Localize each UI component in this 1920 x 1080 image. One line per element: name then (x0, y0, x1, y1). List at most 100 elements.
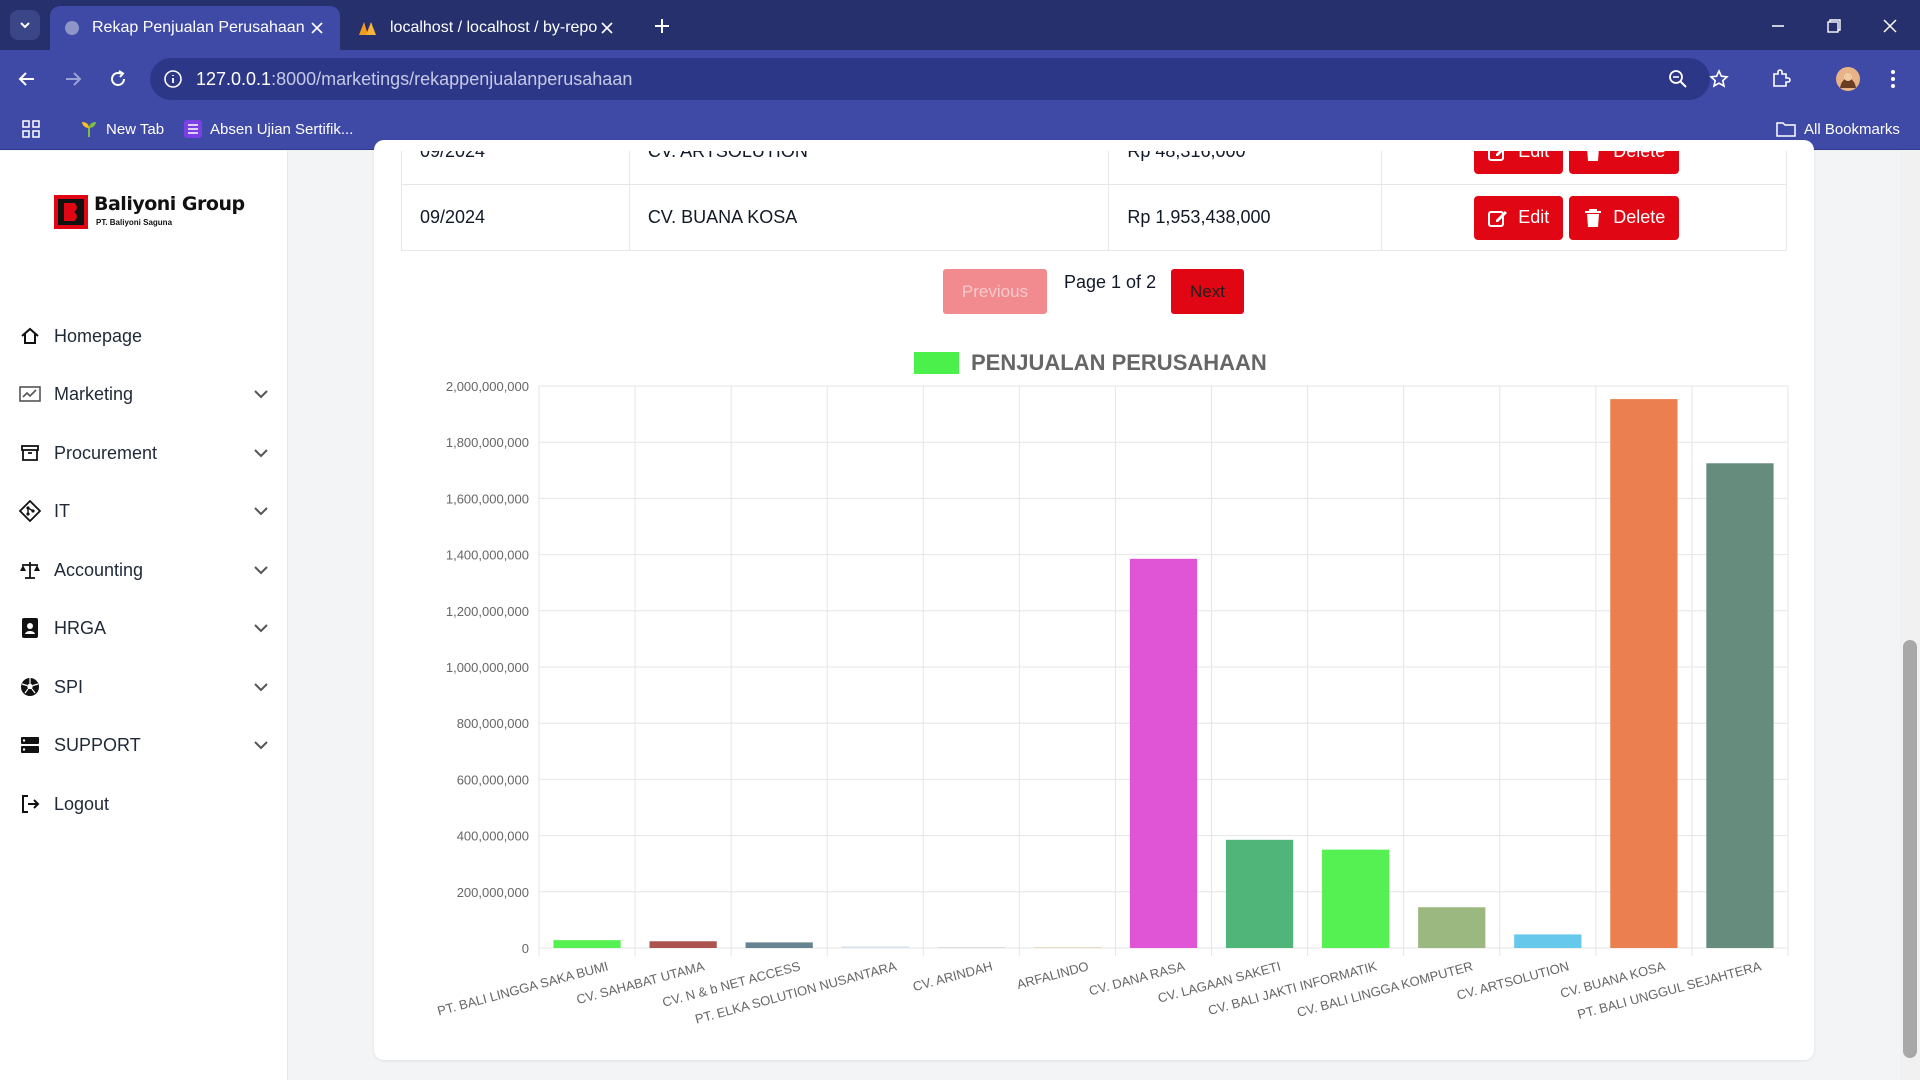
edit-button[interactable]: Edit (1474, 151, 1564, 174)
y-tick-label: 1,600,000,000 (446, 491, 529, 506)
next-button[interactable]: Next (1171, 269, 1244, 314)
sidebar-item-it[interactable]: IT (0, 489, 288, 533)
bar (553, 940, 621, 948)
profile-avatar[interactable] (1833, 64, 1863, 94)
sidebar-item-label: Procurement (54, 442, 158, 463)
chevron-down-icon (250, 676, 272, 698)
tab-phpmyadmin[interactable]: localhost / localhost / by-report (344, 6, 630, 50)
all-bookmarks-button[interactable]: All Bookmarks (1776, 117, 1900, 141)
plant-icon (82, 122, 96, 137)
forward-button[interactable] (58, 64, 88, 94)
back-button[interactable] (12, 64, 42, 94)
avatar-icon (1836, 67, 1860, 91)
close-icon[interactable] (598, 19, 616, 37)
puzzle-icon (1773, 69, 1791, 87)
chart-icon (19, 383, 41, 405)
close-window-button[interactable] (1876, 12, 1904, 40)
sales-bar-chart: PENJUALAN PERUSAHAAN 2,000,000,000 1,800,0… (436, 350, 1789, 1027)
bookmark-absen-ujian[interactable]: Absen Ujian Sertifik... (184, 117, 353, 141)
bar (1033, 947, 1102, 948)
archive-icon (19, 442, 41, 464)
y-tick-label: 400,000,000 (457, 829, 529, 844)
browser-tab-bar: Rekap Penjualan Perusahaan localhost / l… (0, 0, 1920, 50)
site-info-icon[interactable] (158, 64, 188, 94)
logout-icon (19, 793, 41, 815)
sidebar-item-marketing[interactable]: Marketing (0, 372, 288, 416)
bar (649, 941, 717, 948)
period-cell: 09/2024 (401, 151, 630, 185)
scrollbar-thumb[interactable] (1903, 640, 1917, 1058)
more-vertical-icon (1891, 70, 1895, 88)
x-tick-label: PT. BALI LINGGA SAKA BUMI (436, 958, 610, 1018)
scale-icon (19, 559, 41, 581)
sales-table: 09/2024 CV. ARTSOLUTION Rp 48,316,000 Ed… (401, 151, 1787, 251)
x-tick-label: CV. BALI LINGGA KOMPUTER (1295, 958, 1474, 1019)
zoom-icon[interactable] (1663, 64, 1693, 94)
previous-button[interactable]: Previous (943, 269, 1047, 314)
y-tick-label: 1,000,000,000 (446, 660, 529, 675)
apps-grid-icon (22, 120, 40, 138)
logo-name: Baliyoni Group (94, 193, 245, 215)
list-icon (184, 120, 202, 138)
reload-icon (111, 70, 125, 86)
x-tick-label: CV. BALI JAKTI INFORMATIK (1206, 958, 1378, 1018)
sidebar-item-procurement[interactable]: Procurement (0, 431, 288, 475)
chevron-down-icon (250, 500, 272, 522)
legend-label: PENJUALAN PERUSAHAAN (971, 350, 1267, 375)
amount-cell: Rp 1,953,438,000 (1108, 184, 1383, 251)
close-icon[interactable] (308, 19, 326, 37)
sidebar-item-homepage[interactable]: Homepage (0, 314, 288, 358)
sidebar-item-label: SUPPORT (54, 734, 141, 755)
bar (745, 942, 813, 948)
new-tab-button[interactable] (648, 12, 676, 40)
sidebar-item-logout[interactable]: Logout (0, 782, 288, 826)
tab-search-button[interactable] (10, 10, 40, 40)
delete-button[interactable]: Delete (1569, 195, 1680, 240)
edit-icon (1488, 208, 1508, 228)
arrow-right-icon (66, 72, 82, 86)
sidebar-item-support[interactable]: SUPPORT (0, 723, 288, 767)
apps-button[interactable] (22, 117, 40, 141)
trash-icon (1583, 208, 1603, 228)
phpmyadmin-icon (359, 22, 376, 35)
bookmark-new-tab[interactable]: New Tab (80, 117, 164, 141)
bookmark-star-icon[interactable] (1704, 64, 1734, 94)
baliyoni-logo[interactable]: Baliyoni Group PT. Baliyoni Saguna (52, 191, 245, 233)
reload-button[interactable] (103, 64, 133, 94)
sidebar-item-accounting[interactable]: Accounting (0, 548, 288, 592)
sidebar-item-spi[interactable]: SPI (0, 665, 288, 709)
delete-button[interactable]: Delete (1569, 151, 1680, 174)
chevron-down-icon (250, 442, 272, 464)
address-bar[interactable]: 127.0.0.1:8000/marketings/rekappenjualan… (150, 58, 1729, 100)
sidebar-item-label: Logout (54, 793, 110, 814)
minimize-button[interactable] (1764, 12, 1792, 40)
browser-menu-button[interactable] (1878, 64, 1908, 94)
plus-icon (655, 19, 669, 33)
edit-button[interactable]: Edit (1474, 195, 1564, 240)
server-icon (19, 734, 41, 756)
bar (1514, 934, 1582, 948)
arrow-left-icon (18, 72, 34, 86)
y-tick-label: 2,000,000,000 (446, 379, 529, 394)
minimize-icon (1772, 25, 1784, 27)
all-bookmarks-label: All Bookmarks (1804, 120, 1900, 138)
tab-rekap-penjualan[interactable]: Rekap Penjualan Perusahaan (50, 6, 340, 50)
y-tick-label: 1,400,000,000 (446, 548, 529, 563)
y-tick-label: 1,800,000,000 (446, 435, 529, 450)
x-tick-label: ARFALINDO (1015, 958, 1090, 992)
browser-toolbar: 127.0.0.1:8000/marketings/rekappenjualan… (0, 50, 1920, 108)
restore-button[interactable] (1820, 12, 1848, 40)
extensions-button[interactable] (1766, 64, 1796, 94)
y-tick-label: 1,200,000,000 (446, 604, 529, 619)
sidebar-item-hrga[interactable]: HRGA (0, 606, 288, 650)
bar (841, 946, 909, 948)
bar (1706, 463, 1774, 948)
amount-cell: Rp 48,316,000 (1108, 151, 1383, 185)
bar (1322, 849, 1390, 948)
delete-label: Delete (1613, 151, 1666, 161)
delete-label: Delete (1613, 207, 1666, 227)
sidebar: Baliyoni Group PT. Baliyoni Saguna Homep… (0, 151, 288, 1080)
legend-swatch (914, 352, 959, 374)
restore-icon (1827, 19, 1841, 33)
y-tick-label: 200,000,000 (457, 885, 529, 900)
